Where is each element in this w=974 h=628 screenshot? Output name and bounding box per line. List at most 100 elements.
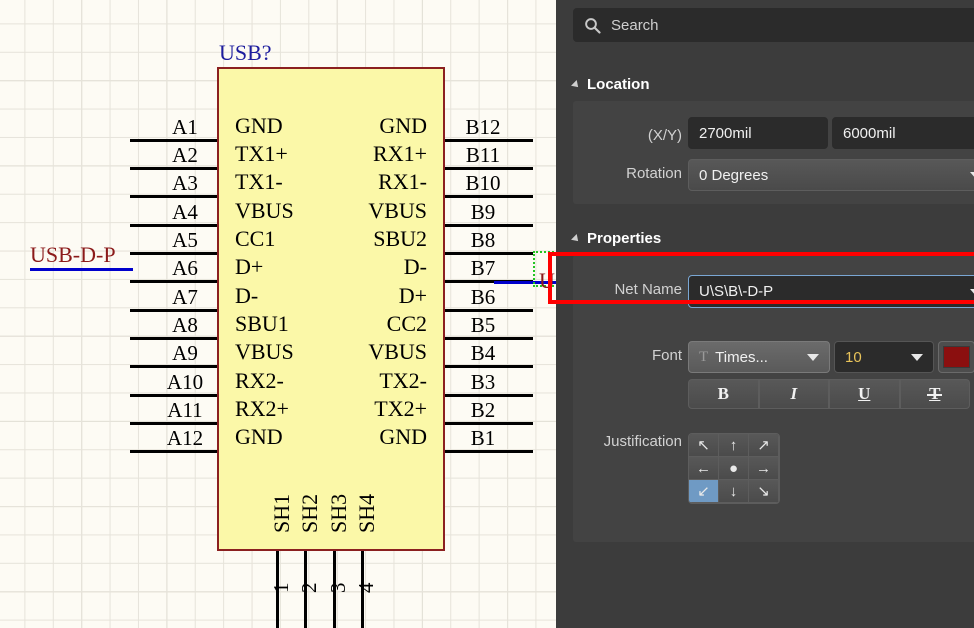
pin-line[interactable] xyxy=(130,422,217,425)
pin-line[interactable] xyxy=(445,195,533,199)
chevron-down-icon xyxy=(970,172,974,179)
location-section-header[interactable]: Location xyxy=(571,76,650,93)
chevron-down-icon xyxy=(911,354,923,361)
justify-middle-center[interactable]: ● xyxy=(719,457,749,480)
net-label-right[interactable]: U xyxy=(539,268,555,294)
pin-line[interactable] xyxy=(445,138,533,142)
justify-middle-right[interactable]: → xyxy=(749,457,779,480)
justify-top-right[interactable]: ↗ xyxy=(749,434,779,457)
rotation-dropdown[interactable]: 0 Degrees xyxy=(688,159,974,191)
justification-grid[interactable]: ↖ ↑ ↗ ← ● → ↙ ↓ ↘ xyxy=(688,433,780,504)
properties-section-title: Properties xyxy=(587,230,662,247)
pin-number: B9 xyxy=(470,199,496,224)
underline-button[interactable]: U xyxy=(829,379,900,409)
shield-pin-number: 4 xyxy=(354,582,379,594)
italic-button[interactable]: I xyxy=(758,379,829,409)
pin-line[interactable] xyxy=(445,393,533,397)
pin-number: B5 xyxy=(470,312,496,337)
pin-name: D+ xyxy=(235,254,264,280)
pin-name: GND xyxy=(235,424,283,450)
font-family-dropdown[interactable]: T Times... xyxy=(688,341,830,373)
font-size-value: 10 xyxy=(845,348,862,366)
pin-line[interactable] xyxy=(130,195,217,199)
chevron-down-icon xyxy=(807,354,819,361)
schematic-canvas[interactable]: USB? A1 GND A2 TX1+ A3 TX1- A4 VBUS A5 CC1 A6 D+ A7 D… xyxy=(0,0,556,628)
pin-line[interactable] xyxy=(445,223,533,227)
pin-line[interactable] xyxy=(445,336,533,340)
search-input[interactable] xyxy=(611,16,941,34)
font-size-dropdown[interactable]: 10 xyxy=(834,341,934,373)
pin-line[interactable] xyxy=(445,422,533,425)
pin-name: VBUS xyxy=(368,197,427,223)
y-coordinate-field[interactable] xyxy=(832,117,974,149)
search-icon xyxy=(585,17,601,34)
pin-name: D+ xyxy=(398,282,427,308)
pin-line[interactable] xyxy=(445,166,533,170)
pin-name: GND xyxy=(379,112,427,138)
bold-button[interactable]: B xyxy=(688,379,759,409)
search-box[interactable] xyxy=(573,8,974,42)
shield-pin-name: SH4 xyxy=(354,493,380,533)
pin-name: VBUS xyxy=(235,339,294,365)
pin-line[interactable] xyxy=(130,223,217,227)
net-label-left[interactable]: USB-D-P xyxy=(30,242,116,268)
pin-line[interactable] xyxy=(130,251,217,255)
font-color-swatch[interactable] xyxy=(938,341,974,373)
pin-number: A1 xyxy=(172,114,198,139)
pin-line[interactable] xyxy=(130,280,217,284)
pin-number: A11 xyxy=(167,398,203,422)
font-color-fill xyxy=(943,346,970,368)
pin-line[interactable] xyxy=(445,365,533,369)
pin-line[interactable] xyxy=(130,166,217,170)
pin-name: D- xyxy=(403,254,427,280)
pin-line[interactable] xyxy=(130,450,217,454)
pin-line[interactable] xyxy=(445,251,533,255)
pin-name: TX2+ xyxy=(374,396,427,421)
pin-line[interactable] xyxy=(445,450,533,454)
xy-label: (X/Y) xyxy=(647,127,682,144)
pin-name: VBUS xyxy=(235,197,294,223)
pin-number: B8 xyxy=(470,227,496,252)
x-coordinate-field[interactable] xyxy=(688,117,828,149)
justify-bottom-left[interactable]: ↙ xyxy=(689,480,719,503)
shield-pin-name: SH1 xyxy=(269,493,294,533)
pin-number: B11 xyxy=(465,142,501,167)
pin-line[interactable] xyxy=(130,308,217,312)
justify-top-center[interactable]: ↑ xyxy=(719,434,749,457)
pin-name: SBU2 xyxy=(373,225,427,251)
properties-section-header[interactable]: Properties xyxy=(571,230,662,247)
pin-number: A9 xyxy=(172,341,198,366)
justify-bottom-center[interactable]: ↓ xyxy=(719,480,749,503)
properties-panel: Location (X/Y) Rotation 0 Degrees Proper… xyxy=(556,0,974,628)
pin-line[interactable] xyxy=(130,138,217,142)
pin-line[interactable] xyxy=(445,308,533,312)
application-window: USB? A1 GND A2 TX1+ A3 TX1- A4 VBUS A5 CC1 A6 D+ A7 D… xyxy=(0,0,974,628)
pin-number: A6 xyxy=(172,256,198,281)
net-name-dropdown[interactable]: U\S\B\-D-P xyxy=(688,275,974,308)
pin-number: B2 xyxy=(470,398,496,422)
location-section-title: Location xyxy=(587,76,650,93)
pin-number: B6 xyxy=(470,284,496,309)
font-type-icon: T xyxy=(699,348,709,365)
pin-number: A4 xyxy=(172,199,198,224)
wire-left[interactable] xyxy=(30,268,133,271)
symbol-body[interactable] xyxy=(217,67,445,551)
pin-name: TX1- xyxy=(235,169,283,195)
pin-line[interactable] xyxy=(130,365,217,369)
net-name-value: U\S\B\-D-P xyxy=(699,283,774,300)
strikethrough-button[interactable]: T xyxy=(899,379,970,409)
justify-top-left[interactable]: ↖ xyxy=(689,434,719,457)
pin-number: B3 xyxy=(470,369,496,394)
pin-line[interactable] xyxy=(130,393,217,397)
pin-number: B10 xyxy=(465,171,501,196)
justify-bottom-right[interactable]: ↘ xyxy=(749,480,779,503)
justify-middle-left[interactable]: ← xyxy=(689,457,719,480)
rotation-label: Rotation xyxy=(626,165,682,182)
pin-line[interactable] xyxy=(130,336,217,340)
symbol-designator[interactable]: USB? xyxy=(219,40,272,66)
pin-number: B4 xyxy=(470,341,496,366)
pin-number: A8 xyxy=(172,312,198,337)
pin-number: A12 xyxy=(166,426,204,451)
pin-number: A7 xyxy=(172,284,198,309)
pin-number: A5 xyxy=(172,227,198,252)
